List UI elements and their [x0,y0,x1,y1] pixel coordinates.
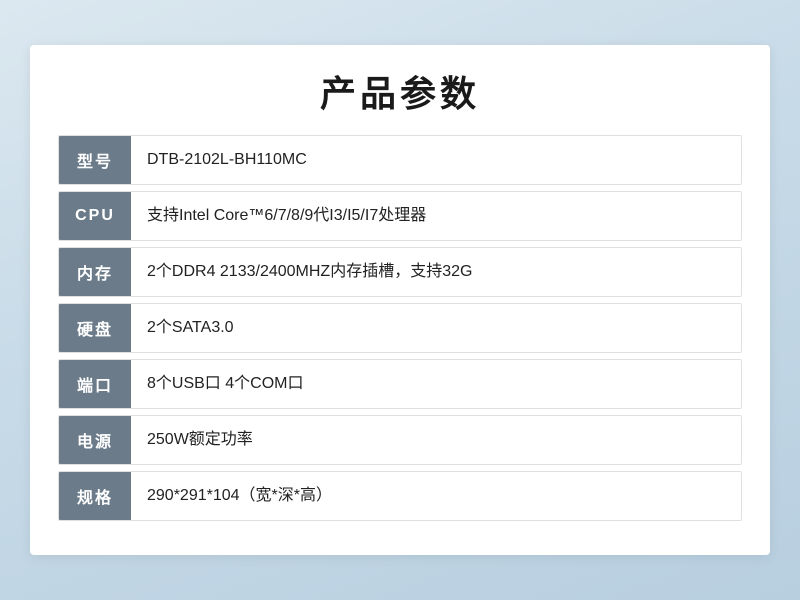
spec-label-3: 硬盘 [59,304,131,352]
spec-value-1: 支持Intel Core™6/7/8/9代I3/I5/I7处理器 [131,192,741,240]
spec-label-1: CPU [59,192,131,240]
spec-label-0: 型号 [59,136,131,184]
spec-table: 型号DTB-2102L-BH110MCCPU支持Intel Core™6/7/8… [58,135,742,521]
spec-value-5: 250W额定功率 [131,416,741,464]
spec-row: 型号DTB-2102L-BH110MC [58,135,742,185]
spec-row: 电源250W额定功率 [58,415,742,465]
spec-row: 硬盘2个SATA3.0 [58,303,742,353]
spec-value-4: 8个USB口 4个COM口 [131,360,741,408]
spec-label-5: 电源 [59,416,131,464]
spec-label-4: 端口 [59,360,131,408]
spec-row: 端口8个USB口 4个COM口 [58,359,742,409]
spec-row: CPU支持Intel Core™6/7/8/9代I3/I5/I7处理器 [58,191,742,241]
page-title: 产品参数 [58,65,742,117]
spec-label-6: 规格 [59,472,131,520]
spec-row: 规格290*291*104（宽*深*高） [58,471,742,521]
spec-value-6: 290*291*104（宽*深*高） [131,472,741,520]
spec-value-3: 2个SATA3.0 [131,304,741,352]
product-spec-card: 产品参数 型号DTB-2102L-BH110MCCPU支持Intel Core™… [30,45,770,555]
spec-value-0: DTB-2102L-BH110MC [131,136,741,184]
spec-label-2: 内存 [59,248,131,296]
spec-row: 内存2个DDR4 2133/2400MHZ内存插槽，支持32G [58,247,742,297]
spec-value-2: 2个DDR4 2133/2400MHZ内存插槽，支持32G [131,248,741,296]
